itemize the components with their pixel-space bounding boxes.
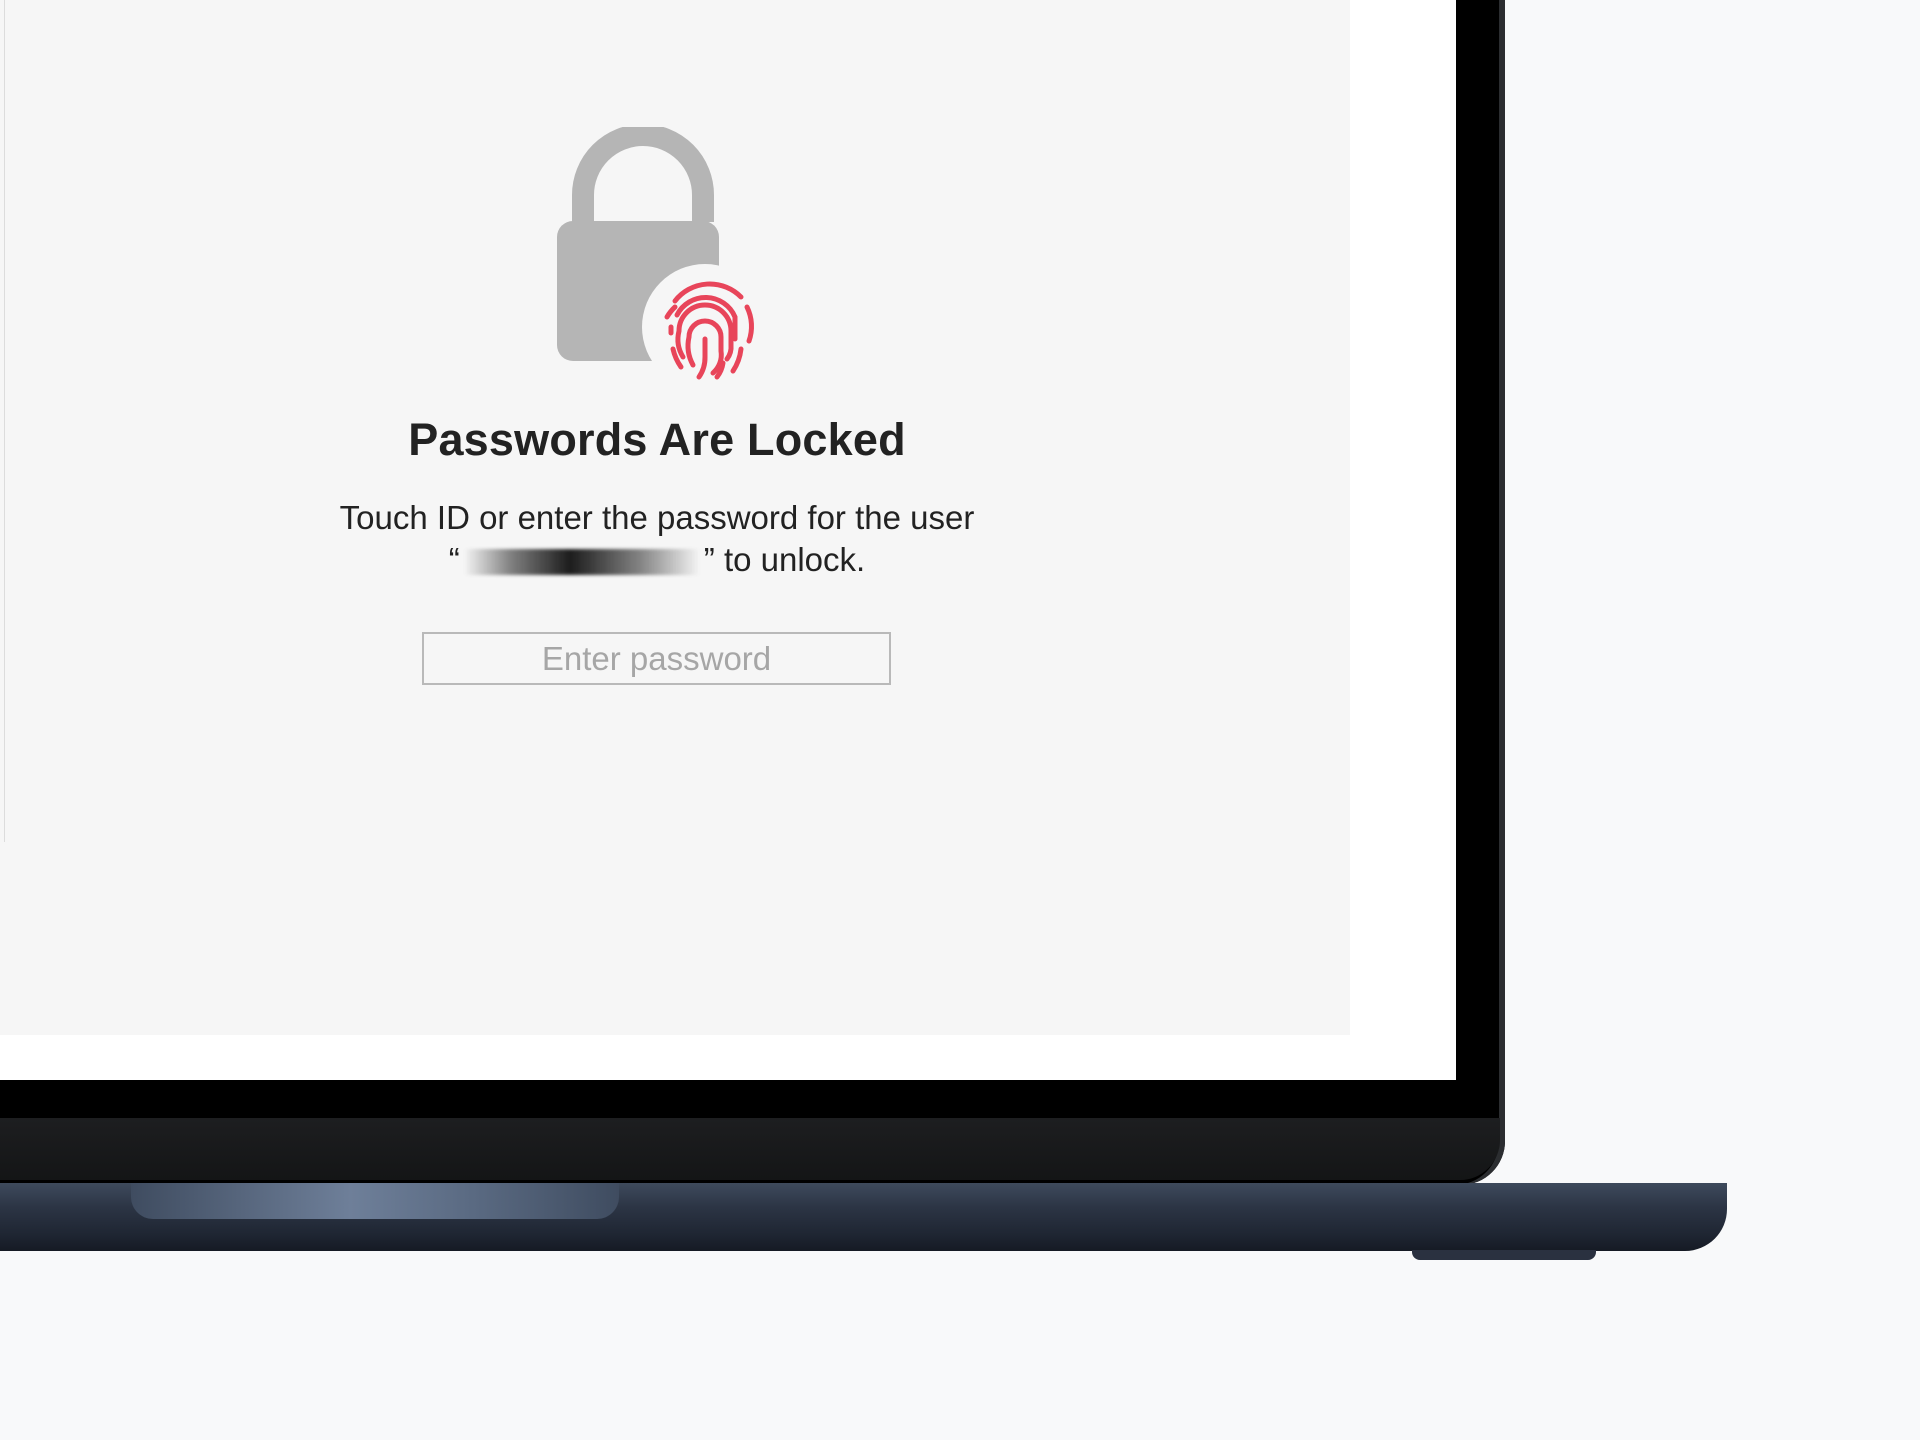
unlock-message-line1: Touch ID or enter the password for the u… xyxy=(339,499,975,536)
lock-icon xyxy=(557,127,757,387)
laptop-scene: Passwords Are Locked Touch ID or enter t… xyxy=(0,0,1920,1440)
unlock-message: Touch ID or enter the password for the u… xyxy=(0,497,1314,581)
password-input[interactable] xyxy=(422,632,891,685)
laptop-bezel-chin xyxy=(0,1118,1500,1180)
page-title: Passwords Are Locked xyxy=(408,414,906,465)
redacted-username xyxy=(463,549,700,576)
lock-panel: Passwords Are Locked Touch ID or enter t… xyxy=(0,0,1350,1035)
passwords-window: Passwords Are Locked Touch ID or enter t… xyxy=(0,0,1350,1035)
laptop-base-notch xyxy=(131,1183,619,1219)
laptop-screen: Passwords Are Locked Touch ID or enter t… xyxy=(0,0,1456,1080)
laptop-base-foot xyxy=(1412,1250,1596,1260)
unlock-message-close: ” to unlock. xyxy=(703,541,866,578)
unlock-message-open-quote: “ xyxy=(448,541,460,578)
